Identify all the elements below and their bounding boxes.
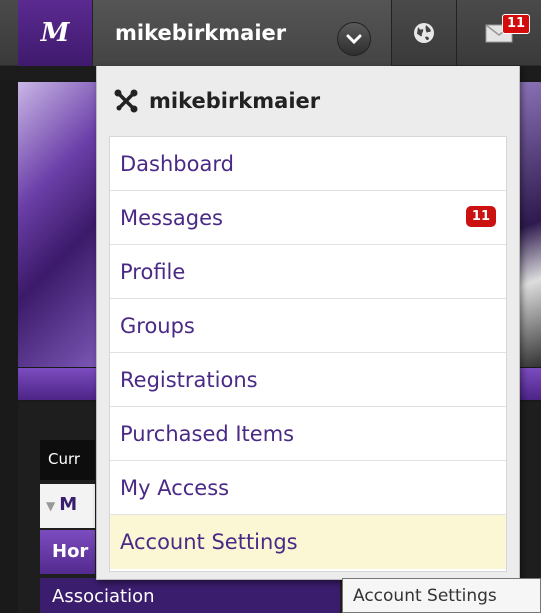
- dropdown-list: Dashboard Messages 11 Profile Groups Regi…: [109, 136, 507, 572]
- menu-item-my-access[interactable]: My Access: [110, 461, 506, 515]
- section-label: M: [59, 494, 78, 515]
- tooltip: Account Settings: [342, 578, 541, 613]
- menu-item-dashboard[interactable]: Dashboard: [110, 137, 506, 191]
- mail-count-badge: 11: [502, 14, 531, 34]
- panel-heading: Curr: [40, 440, 95, 480]
- menu-item-label: Profile: [120, 259, 186, 284]
- triangle-down-icon: ▼: [46, 499, 56, 513]
- globe-icon: [414, 23, 434, 43]
- menu-item-label: Account Settings: [120, 530, 298, 554]
- menu-item-messages[interactable]: Messages 11: [110, 191, 506, 245]
- globe-button[interactable]: [392, 0, 456, 66]
- logo-glyph: M: [40, 18, 70, 48]
- user-dropdown-menu: mikebirkmaier Dashboard Messages 11 Profi…: [96, 66, 520, 580]
- banner-image: [18, 82, 98, 367]
- banner-image-right: [518, 82, 541, 367]
- messages-count-badge: 11: [465, 206, 496, 227]
- menu-item-label: Registrations: [120, 367, 258, 392]
- nav-item-association[interactable]: Association: [40, 578, 340, 613]
- menu-item-registrations[interactable]: Registrations: [110, 353, 506, 407]
- dropdown-title: mikebirkmaier: [149, 89, 321, 113]
- menu-item-label: Messages: [120, 205, 223, 230]
- menu-item-purchased-items[interactable]: Purchased Items: [110, 407, 506, 461]
- username-label: mikebirkmaier: [115, 21, 287, 45]
- chevron-down-icon[interactable]: [337, 22, 371, 56]
- menu-item-label: Dashboard: [120, 151, 234, 176]
- menu-item-account-settings[interactable]: Account Settings: [110, 515, 506, 569]
- network-icon: [114, 89, 138, 113]
- nav-item-home[interactable]: Hor: [40, 530, 95, 574]
- site-logo-button[interactable]: M: [18, 0, 92, 66]
- menu-item-groups[interactable]: Groups: [110, 299, 506, 353]
- dropdown-header: mikebirkmaier: [97, 66, 519, 136]
- menu-item-label: My Access: [120, 475, 230, 500]
- menu-item-profile[interactable]: Profile: [110, 245, 506, 299]
- collapsible-section[interactable]: ▼ M: [40, 484, 95, 528]
- menu-item-label: Groups: [120, 313, 195, 338]
- menu-item-label: Purchased Items: [120, 421, 295, 446]
